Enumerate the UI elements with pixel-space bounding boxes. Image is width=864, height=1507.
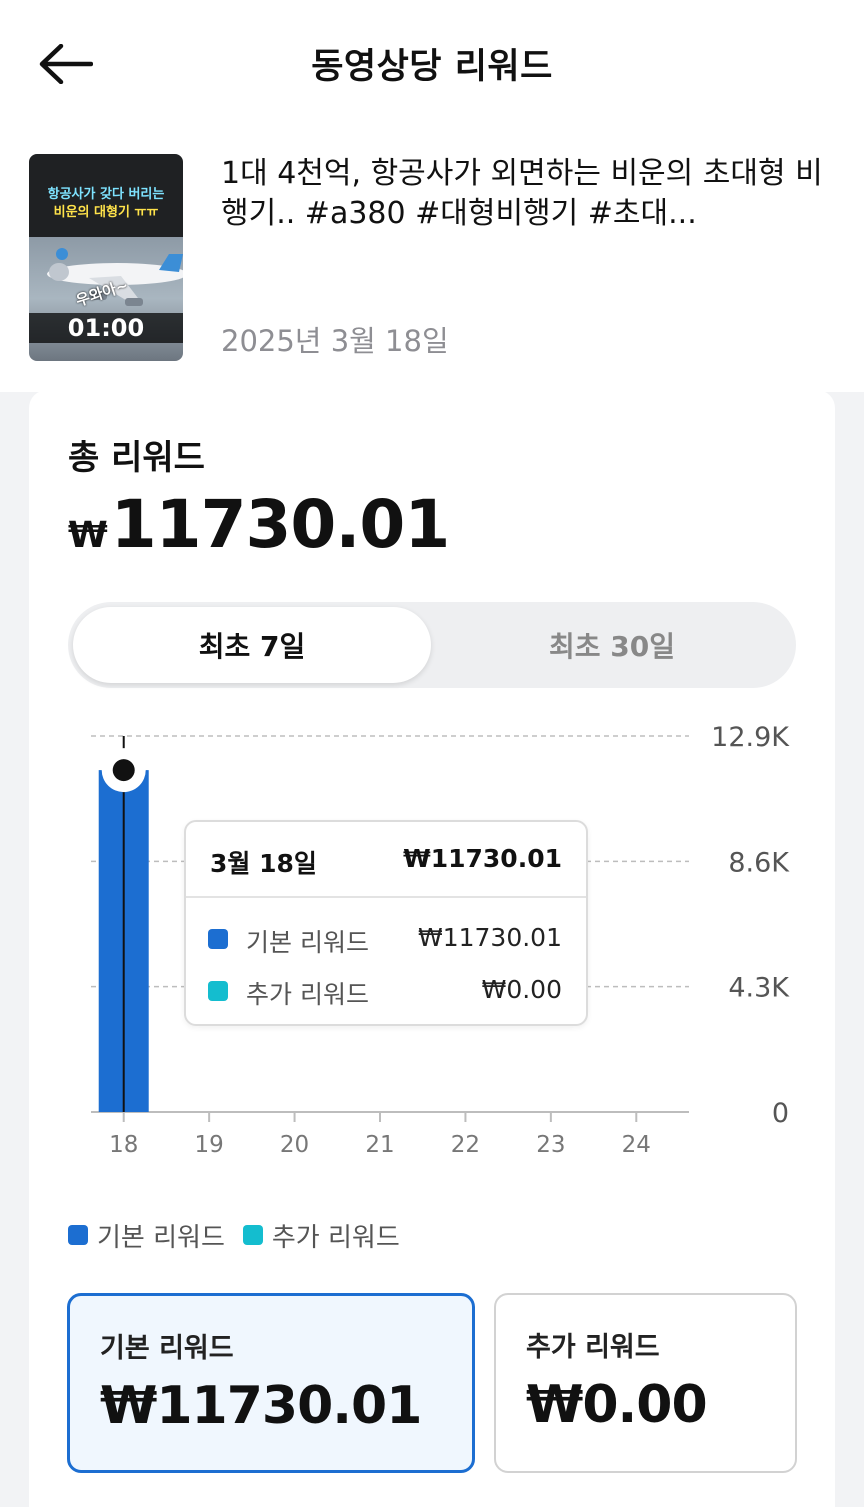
- extra-reward-value: ₩0.00: [526, 1375, 708, 1435]
- legend-item-extra: 추가 리워드: [242, 1217, 400, 1254]
- video-info: 항공사가 갖다 버리는 비운의 대형기 ㅠㅠ 우와아~ 01:00 1대 4천억…: [0, 124, 864, 392]
- video-duration: 01:00: [29, 313, 183, 343]
- legend-swatch-extra: [242, 1225, 263, 1245]
- video-date: 2025년 3월 18일: [221, 324, 449, 358]
- x-tick-label: 23: [536, 1132, 565, 1158]
- legend-label-extra: 추가 리워드: [271, 1222, 400, 1253]
- base-reward-swatch: [208, 929, 228, 949]
- video-title: 1대 4천억, 항공사가 외면하는 비운의 초대형 비행기.. #a380 #대…: [221, 156, 823, 231]
- x-tick-label: 22: [451, 1132, 480, 1158]
- top-app-bar: 동영상당 리워드: [0, 0, 864, 124]
- rewards-card: 총 리워드 ₩ 11730.01 최초 7일 최초 30일 0 4.3K 8.6K 1…: [29, 390, 835, 1507]
- tooltip-row-extra-label: 추가 리워드: [246, 980, 369, 1009]
- x-tick-label: 20: [280, 1132, 309, 1158]
- video-thumbnail[interactable]: 항공사가 갖다 버리는 비운의 대형기 ㅠㅠ 우와아~ 01:00: [29, 154, 183, 361]
- period-toggle: 최초 7일 최초 30일: [68, 602, 796, 688]
- extra-reward-card[interactable]: 추가 리워드 ₩0.00: [494, 1293, 797, 1473]
- thumbnail-caption-line1: 항공사가 갖다 버리는: [47, 187, 165, 202]
- y-tick-label: 4.3K: [728, 973, 790, 1004]
- base-reward-label: 기본 리워드: [100, 1333, 234, 1364]
- chart-tooltip: 3월 18일 ₩11730.01 기본 리워드 ₩11730.01 추가 리워드…: [184, 820, 588, 1026]
- y-tick-label: 0: [772, 1098, 789, 1129]
- tooltip-row-base-value: ₩11730.01: [417, 923, 562, 952]
- legend-item-base: 기본 리워드: [68, 1217, 225, 1254]
- base-reward-card[interactable]: 기본 리워드 ₩11730.01: [67, 1293, 475, 1473]
- x-tick-label: 19: [195, 1132, 224, 1158]
- extra-reward-label: 추가 리워드: [526, 1332, 660, 1363]
- tooltip-row-base-label: 기본 리워드: [246, 928, 369, 957]
- legend-label-base: 기본 리워드: [97, 1222, 225, 1253]
- tooltip-date: 3월 18일: [210, 849, 317, 878]
- tooltip-total: ₩11730.01: [403, 844, 562, 873]
- tooltip-row-base: 기본 리워드 ₩11730.01: [186, 919, 586, 959]
- tab-first-7-days[interactable]: 최초 7일: [73, 607, 431, 683]
- tab-first-30-days[interactable]: 최초 30일: [433, 607, 791, 683]
- x-tick-label: 24: [622, 1132, 651, 1158]
- x-tick-label: 21: [365, 1132, 394, 1158]
- thumbnail-caption-line2: 비운의 대형기 ㅠㅠ: [53, 205, 159, 220]
- thumbnail-caption: 항공사가 갖다 버리는 비운의 대형기 ㅠㅠ: [29, 186, 183, 222]
- total-reward-label: 총 리워드: [68, 438, 205, 478]
- tooltip-header: 3월 18일 ₩11730.01: [186, 822, 586, 898]
- legend-swatch-base: [68, 1225, 88, 1245]
- y-tick-label: 12.9K: [711, 722, 790, 753]
- tooltip-row-extra-value: ₩0.00: [481, 975, 562, 1004]
- total-reward-value: ₩ 11730.01: [68, 486, 451, 563]
- extra-reward-swatch: [208, 981, 228, 1001]
- page-title: 동영상당 리워드: [311, 47, 553, 87]
- currency-symbol: ₩: [68, 515, 108, 556]
- y-tick-label: 8.6K: [728, 847, 790, 878]
- chart-legend: 기본 리워드 추가 리워드: [68, 1217, 418, 1254]
- tooltip-row-extra: 추가 리워드 ₩0.00: [186, 971, 586, 1011]
- total-reward-amount: 11730.01: [110, 486, 451, 563]
- x-tick-label: 18: [109, 1132, 138, 1158]
- selection-marker-dot: [112, 759, 135, 782]
- base-reward-value: ₩11730.01: [100, 1376, 422, 1436]
